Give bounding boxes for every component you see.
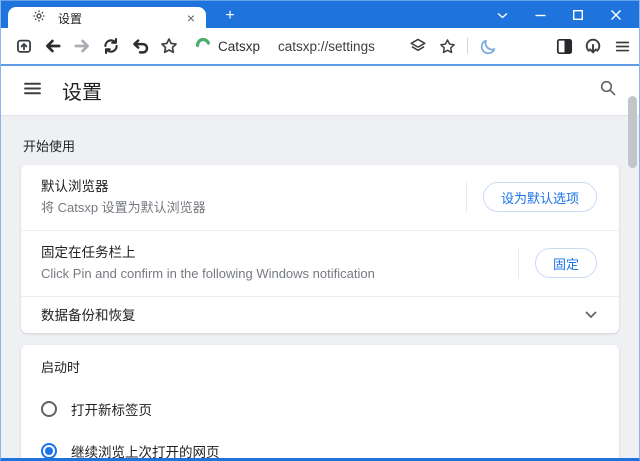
radio-icon[interactable] [41, 443, 57, 458]
startup-option-continue[interactable]: 继续浏览上次打开的网页 [21, 441, 619, 460]
tab-title: 设置 [58, 11, 83, 26]
address-url[interactable]: catsxp://settings [278, 39, 375, 54]
scrollbar-thumb[interactable] [628, 96, 637, 168]
back-icon[interactable] [44, 37, 62, 55]
scrollbar-track[interactable] [627, 66, 638, 458]
toolbar: Catsxp catsxp://settings [1, 28, 639, 64]
brand-label: Catsxp [218, 38, 261, 54]
new-tab-button[interactable]: + [218, 6, 242, 26]
browser-menu-icon[interactable] [613, 37, 631, 55]
pin-taskbar-subtitle: Click Pin and confirm in the following W… [41, 266, 375, 281]
startup-card: 启动时 打开新标签页 继续浏览上次打开的网页 [21, 345, 619, 460]
page-title: 设置 [62, 82, 102, 104]
close-button[interactable] [597, 1, 635, 29]
gear-favicon-icon [32, 9, 46, 28]
toolbar-separator [467, 38, 468, 54]
origin-chip[interactable]: Catsxp [195, 36, 260, 57]
split-view-icon[interactable] [555, 37, 573, 55]
set-default-button[interactable]: 设为默认选项 [482, 182, 597, 212]
maximize-button[interactable] [559, 1, 597, 29]
row-separator [517, 248, 519, 278]
radio-icon[interactable] [41, 401, 57, 417]
section-label-get-started: 开始使用 [23, 139, 76, 154]
startup-option-newtab[interactable]: 打开新标签页 [21, 399, 619, 419]
get-started-card: 默认浏览器 将 Catsxp 设置为默认浏览器 设为默认选项 固定在任务栏上 C… [21, 165, 619, 333]
undo-icon[interactable] [131, 37, 149, 55]
tab-settings[interactable]: 设置 × [8, 7, 206, 29]
backup-restore-title: 数据备份和恢复 [41, 307, 136, 323]
dark-mode-moon-icon[interactable] [479, 37, 497, 55]
titlebar: 设置 × + [1, 0, 639, 29]
downloads-icon[interactable] [584, 37, 602, 55]
pin-taskbar-title: 固定在任务栏上 [41, 245, 136, 260]
window-menu-chevron-icon[interactable] [483, 1, 521, 29]
startup-option-newtab-label: 打开新标签页 [71, 403, 152, 418]
tab-close-icon[interactable]: × [184, 11, 198, 25]
home-star-icon[interactable] [160, 37, 178, 55]
row-separator [465, 182, 467, 212]
startup-section-label: 启动时 [41, 360, 81, 375]
bookmark-star-icon[interactable] [438, 37, 456, 55]
default-browser-subtitle: 将 Catsxp 设置为默认浏览器 [41, 200, 206, 215]
pin-taskbar-row: 固定在任务栏上 Click Pin and confirm in the fol… [21, 231, 619, 296]
refresh-icon[interactable] [102, 37, 120, 55]
settings-menu-icon[interactable] [23, 79, 42, 103]
settings-header: 设置 [1, 66, 639, 116]
settings-content: 开始使用 默认浏览器 将 Catsxp 设置为默认浏览器 设为默认选项 固定在任… [1, 116, 639, 460]
chevron-down-icon [585, 311, 597, 319]
browser-window: 设置 × + Catsxp catsxp://settings 设置 开始使用 … [0, 0, 640, 461]
upload-box-icon[interactable] [15, 37, 33, 55]
default-browser-title: 默认浏览器 [41, 179, 109, 194]
pin-button[interactable]: 固定 [534, 248, 597, 278]
minimize-button[interactable] [521, 1, 559, 29]
search-icon[interactable] [599, 79, 617, 102]
catsxp-logo [195, 36, 211, 57]
forward-icon[interactable] [73, 37, 91, 55]
default-browser-row: 默认浏览器 将 Catsxp 设置为默认浏览器 设为默认选项 [21, 165, 619, 230]
startup-option-continue-label: 继续浏览上次打开的网页 [71, 445, 220, 460]
backup-restore-row[interactable]: 数据备份和恢复 [21, 297, 619, 333]
layers-icon[interactable] [409, 37, 427, 55]
